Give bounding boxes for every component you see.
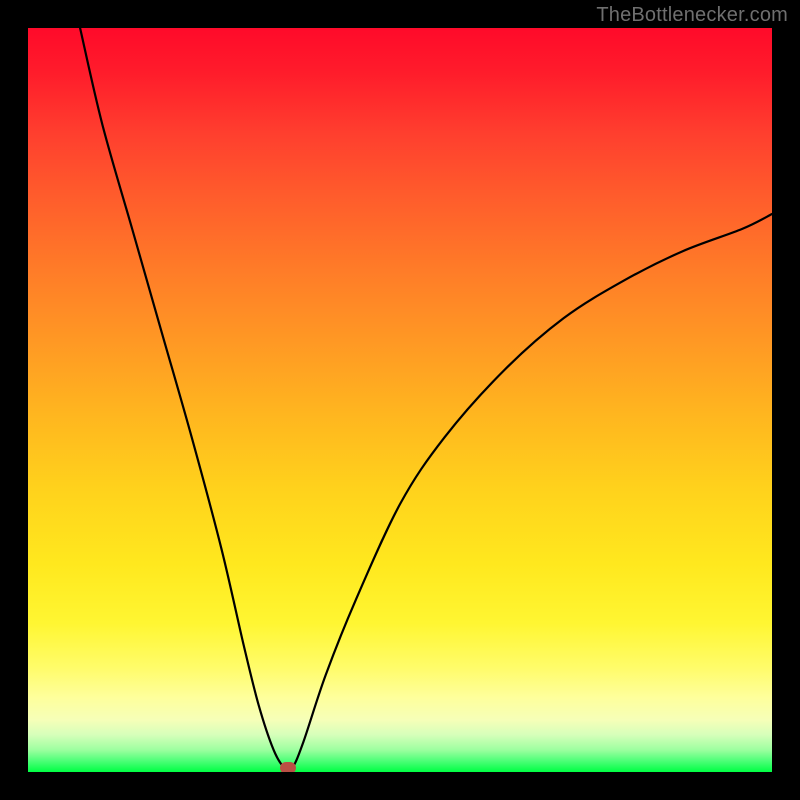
bottleneck-curve [28, 28, 772, 772]
outer-black-frame: TheBottlenecker.com [0, 0, 800, 800]
watermark-text: TheBottlenecker.com [596, 4, 788, 27]
plot-area [28, 28, 772, 772]
minimum-marker [280, 762, 296, 772]
